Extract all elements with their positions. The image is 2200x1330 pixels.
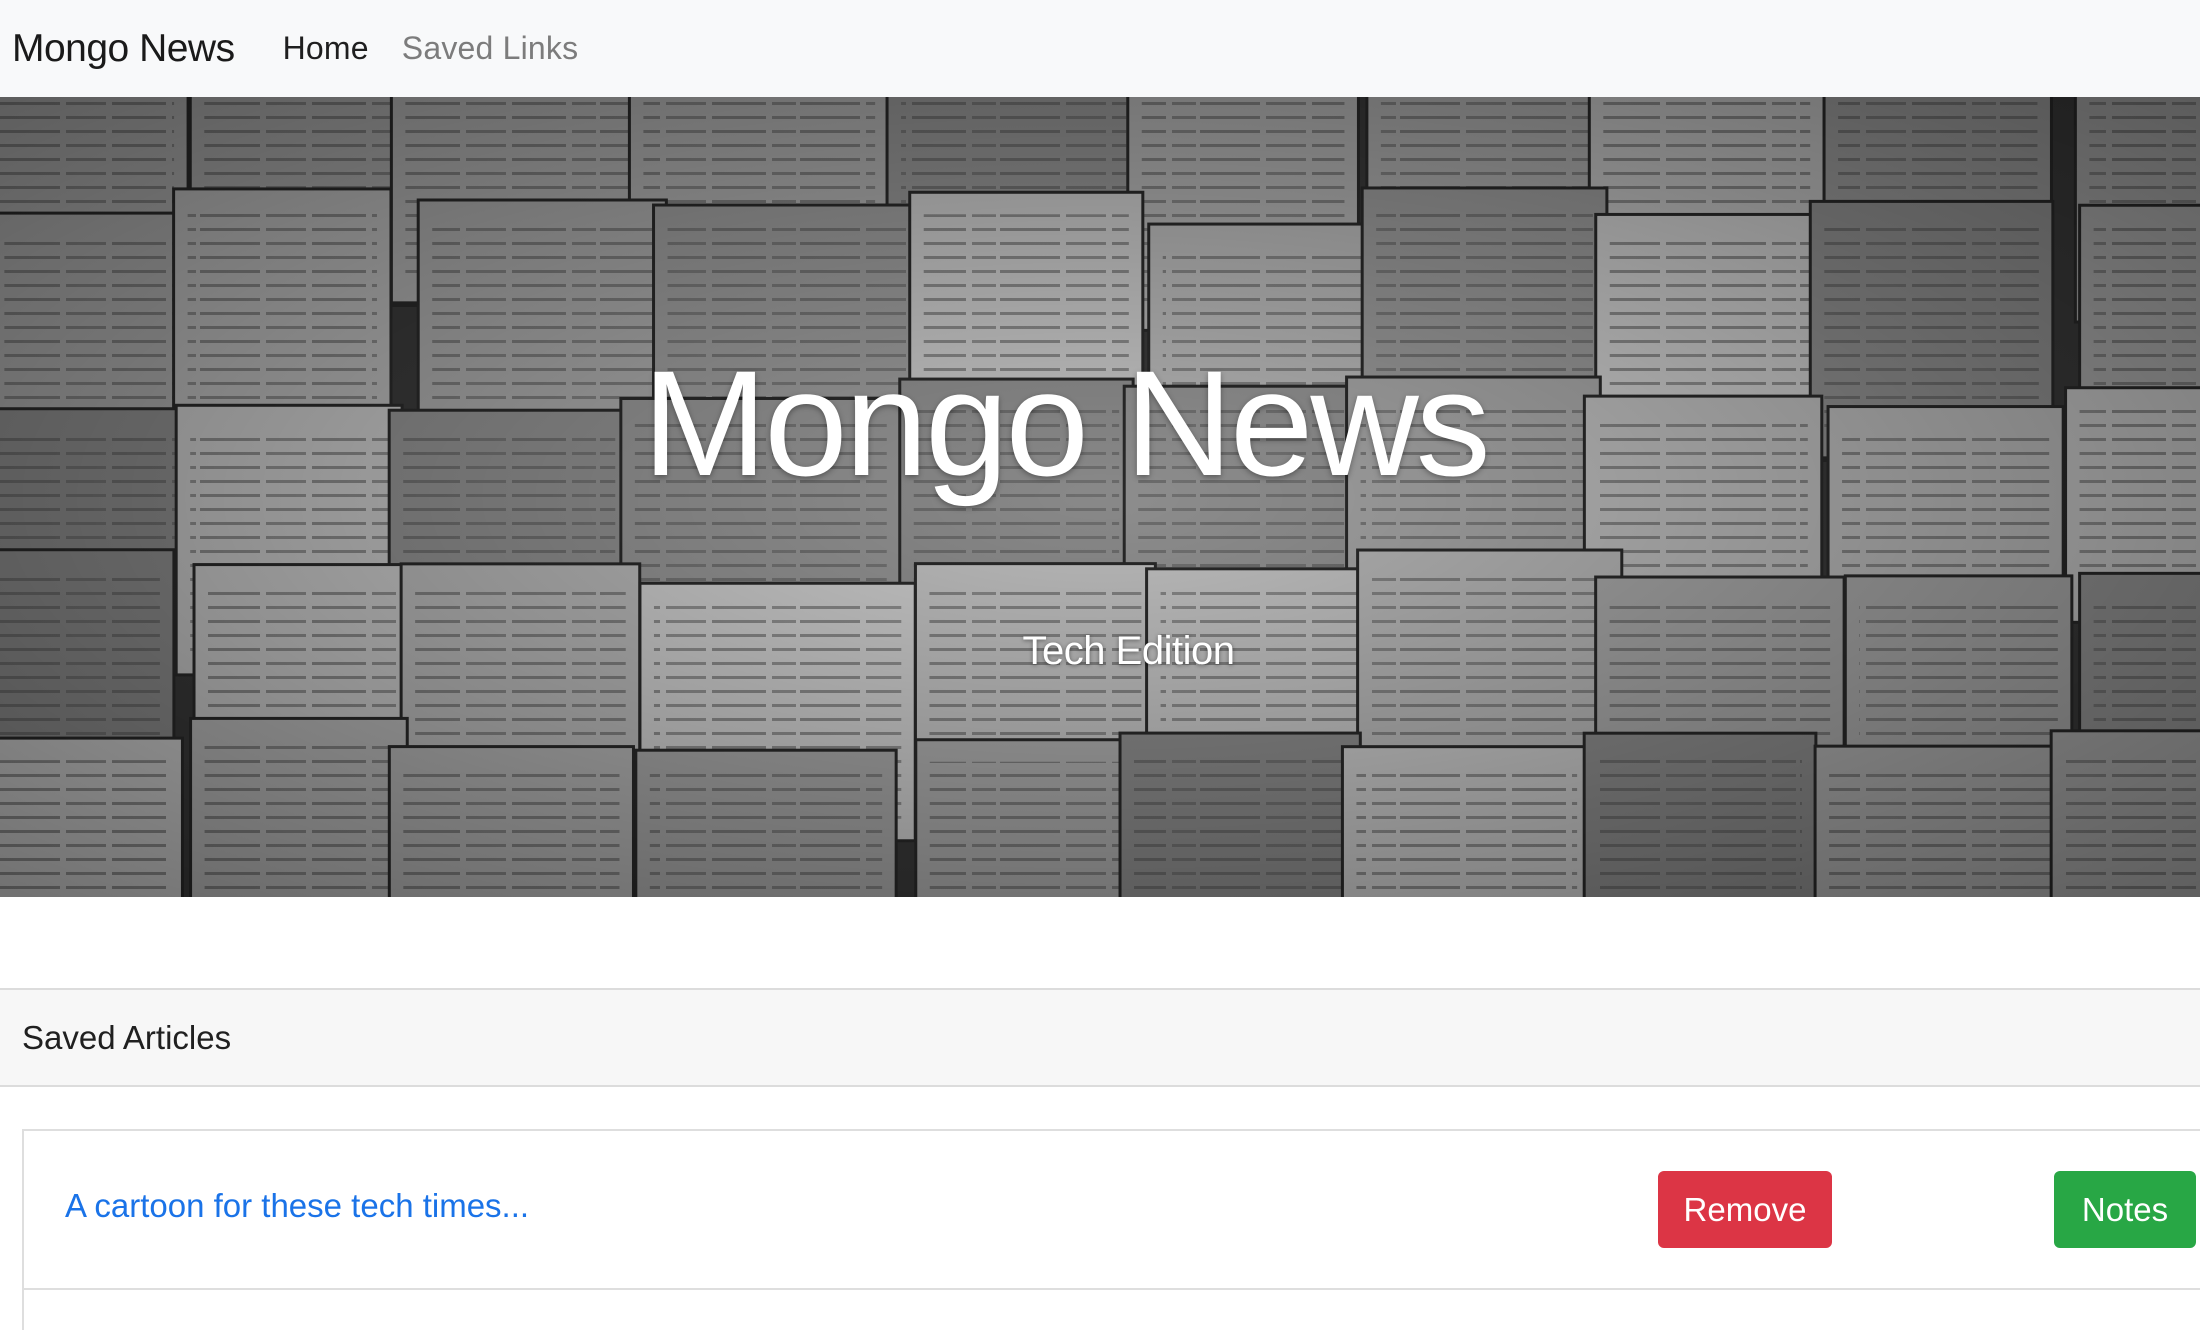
nav-link-home[interactable]: Home: [283, 30, 369, 67]
hero-title: Mongo News: [642, 339, 1490, 507]
notes-button[interactable]: Notes: [2054, 1171, 2196, 1248]
top-navbar: Mongo News Home Saved Links: [0, 0, 2200, 97]
nav-link-saved-links[interactable]: Saved Links: [402, 30, 579, 67]
hero-banner: Mongo News Tech Edition: [0, 97, 2200, 897]
article-title-link[interactable]: A cartoon for these tech times...: [65, 1187, 529, 1225]
nav-links: Home Saved Links: [283, 30, 612, 67]
next-article-row: [22, 1290, 2200, 1330]
navbar-brand[interactable]: Mongo News: [12, 27, 235, 71]
remove-button[interactable]: Remove: [1658, 1171, 1832, 1248]
hero-subtitle: Tech Edition: [1022, 629, 1235, 673]
saved-articles-header: Saved Articles: [0, 990, 2200, 1087]
saved-articles-card: Saved Articles A cartoon for these tech …: [0, 988, 2200, 1330]
article-row: A cartoon for these tech times... Remove…: [22, 1129, 2200, 1290]
